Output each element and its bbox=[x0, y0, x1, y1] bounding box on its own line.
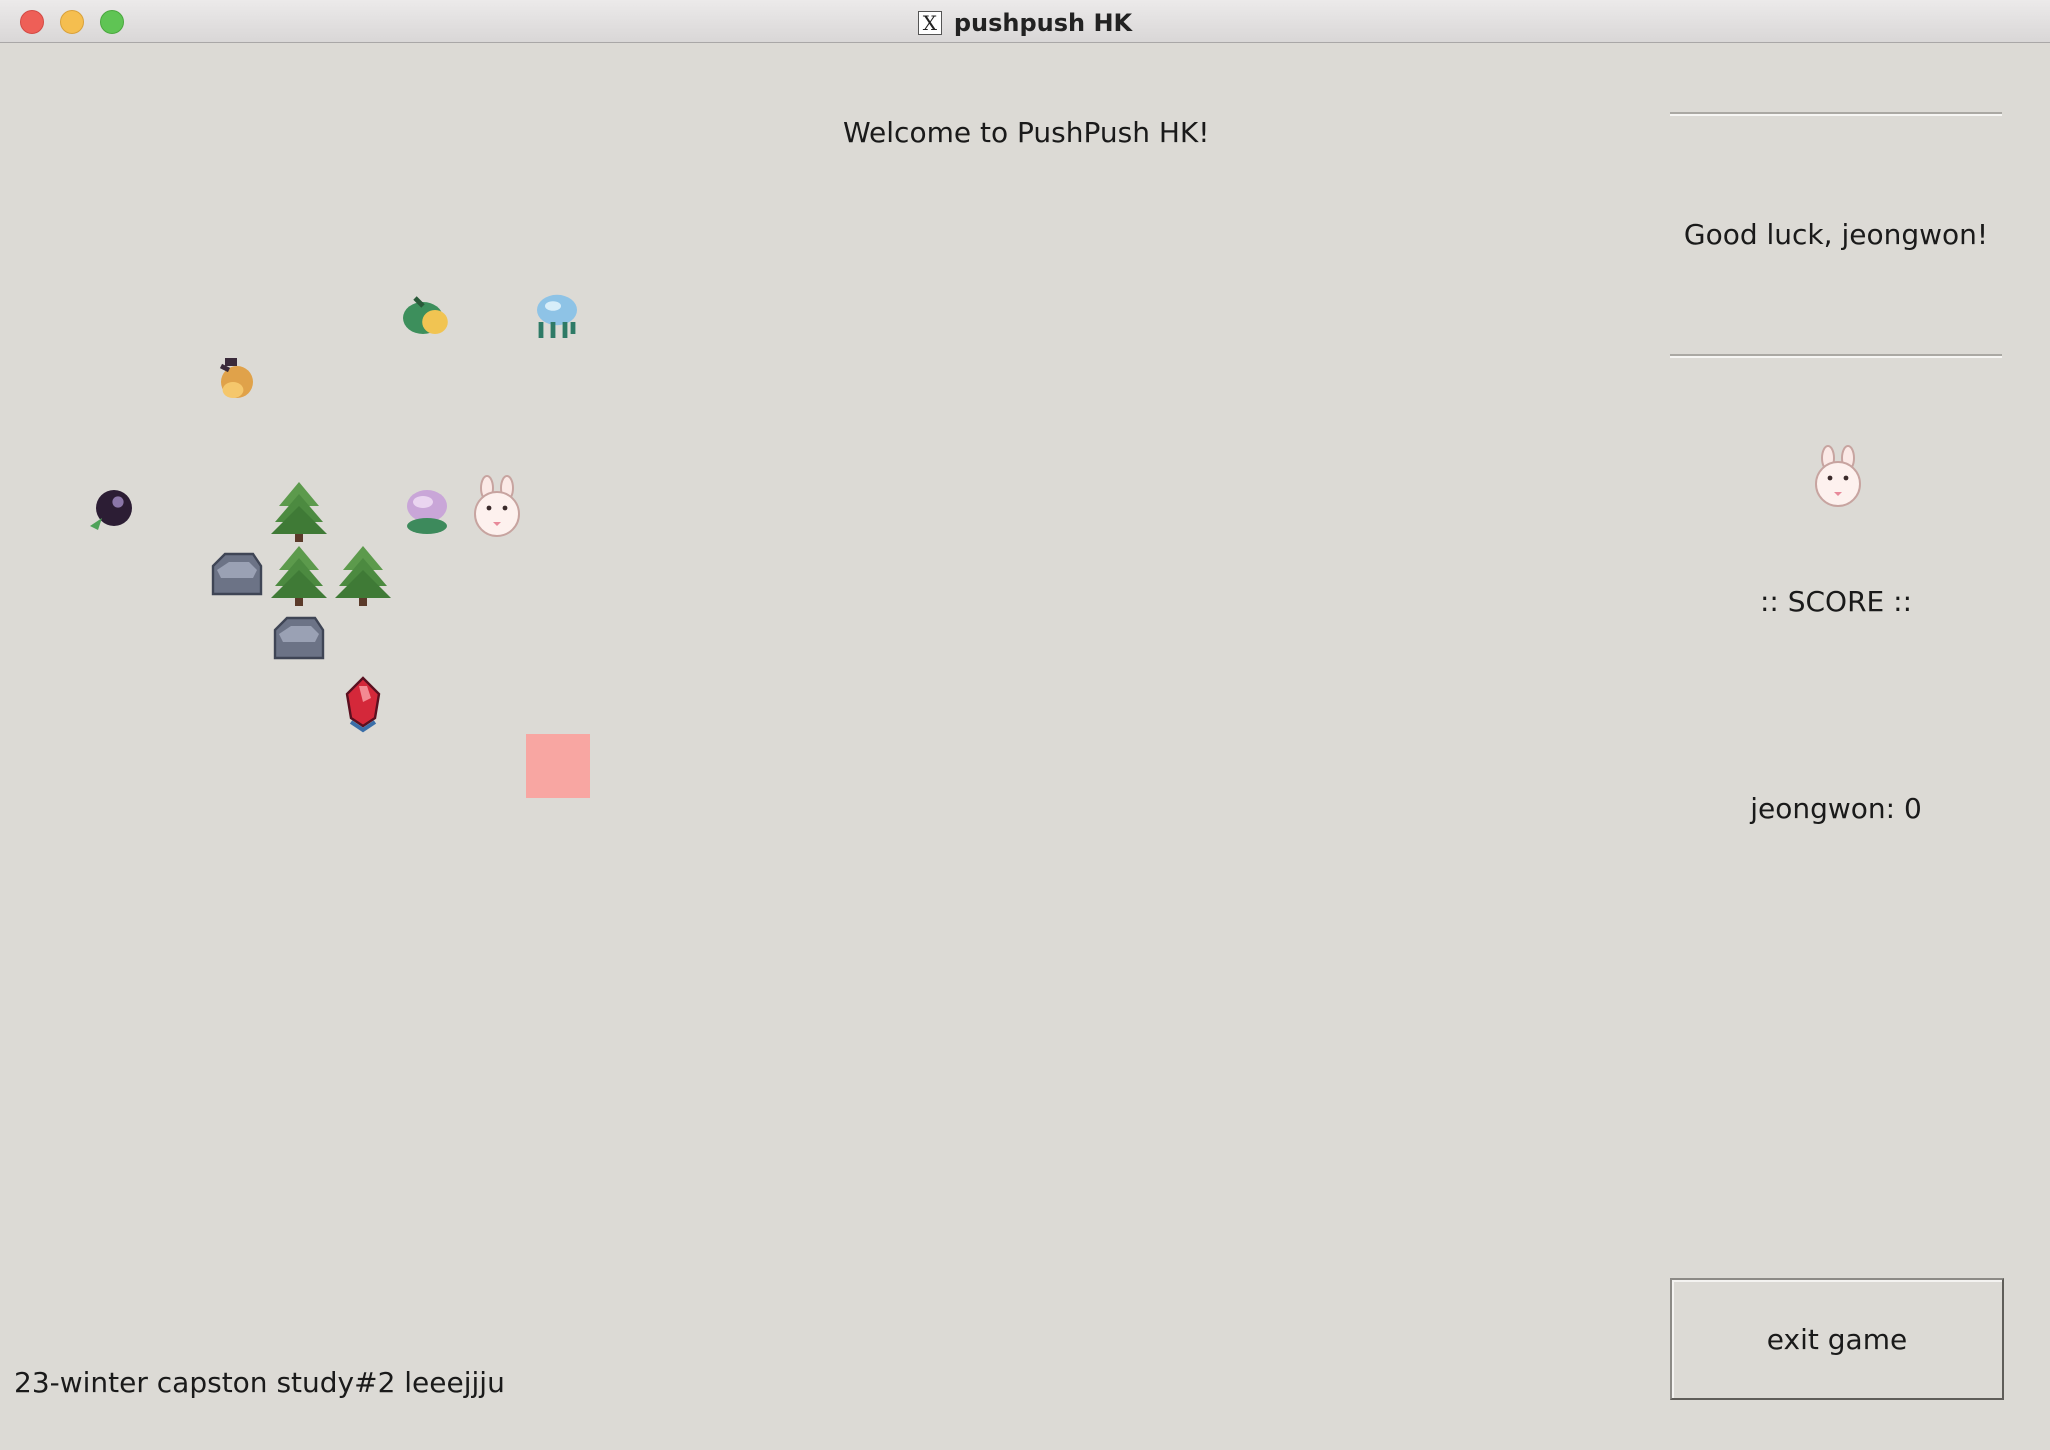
exit-game-button[interactable]: exit game bbox=[1670, 1278, 2004, 1400]
green-fruit-icon bbox=[403, 296, 448, 334]
honey-pot-icon bbox=[219, 358, 253, 398]
pink-cake-icon bbox=[407, 490, 447, 534]
rock-icon bbox=[211, 552, 263, 596]
window-title-wrap: Xpushpush HK bbox=[0, 9, 2050, 37]
title-bar: Xpushpush HK bbox=[0, 0, 2050, 43]
welcome-message: Welcome to PushPush HK! bbox=[843, 116, 1210, 149]
sidebar-divider-top bbox=[1670, 112, 2002, 116]
blue-jelly-icon bbox=[537, 294, 577, 338]
sidebar-divider-bottom bbox=[1670, 354, 2002, 358]
greeting-label: Good luck, jeongwon! bbox=[1683, 218, 1989, 251]
dark-berry-icon bbox=[90, 490, 132, 530]
player-avatar-icon bbox=[1815, 445, 1861, 507]
x11-icon: X bbox=[917, 11, 942, 35]
credit-footer: 23-winter capston study#2 leeejjju bbox=[14, 1366, 505, 1399]
bunny-player-icon bbox=[474, 475, 520, 537]
rock-icon bbox=[273, 616, 325, 660]
score-heading: :: SCORE :: bbox=[1759, 585, 1913, 618]
pine-tree-icon bbox=[271, 482, 327, 542]
goal-tile bbox=[526, 734, 590, 798]
window-title: pushpush HK bbox=[953, 9, 1133, 37]
red-gem-icon bbox=[345, 676, 381, 733]
player-score: jeongwon: 0 bbox=[1750, 792, 1922, 825]
pine-tree-icon bbox=[271, 546, 327, 606]
pine-tree-icon bbox=[335, 546, 391, 606]
